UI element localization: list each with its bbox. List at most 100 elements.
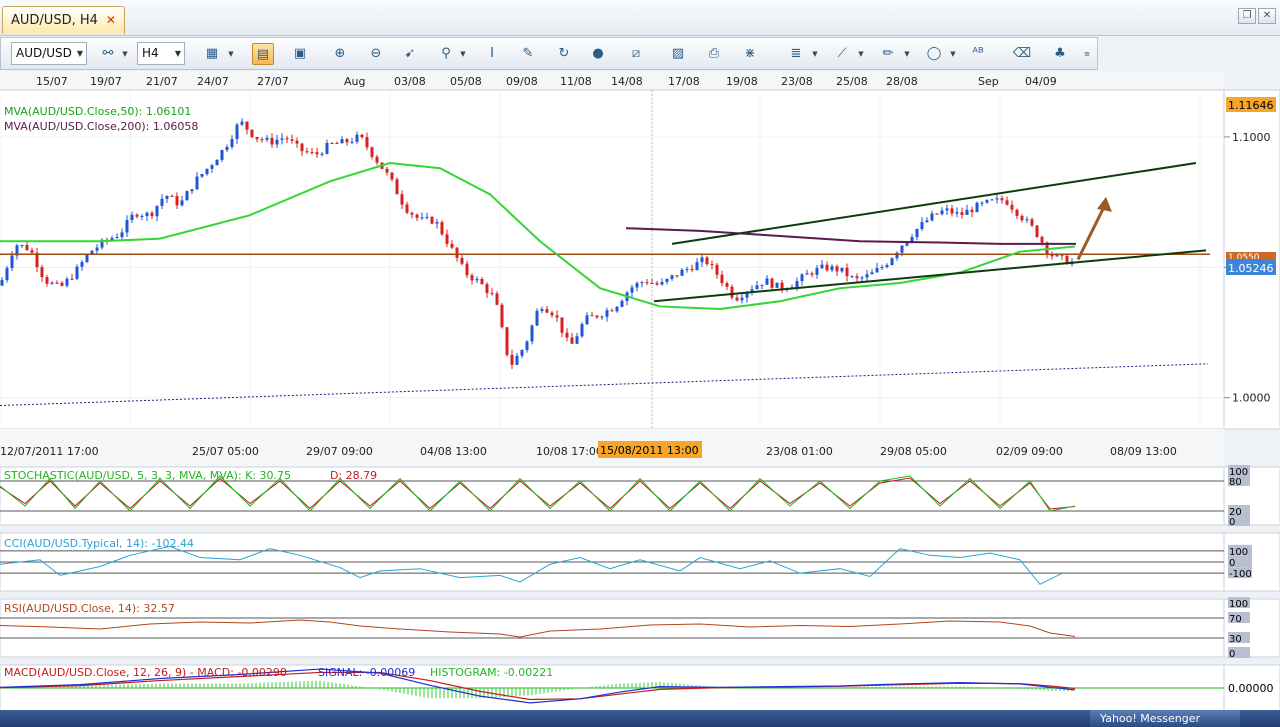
candle-body bbox=[500, 304, 504, 328]
ruler-icon[interactable]: ⧄ bbox=[625, 43, 647, 65]
candle-body bbox=[645, 282, 649, 284]
candle-body bbox=[970, 209, 974, 213]
magnifier-icon[interactable]: ⚲ bbox=[435, 43, 457, 65]
bottom-date-label: 02/09 09:00 bbox=[996, 445, 1063, 458]
candle-body bbox=[460, 257, 464, 264]
bottom-date-label: 12/07/2011 17:00 bbox=[0, 445, 99, 458]
bar-chart-icon[interactable]: ▦ bbox=[201, 43, 223, 65]
channel-icon[interactable]: ≣ bbox=[785, 43, 807, 65]
top-date-label: 28/08 bbox=[886, 75, 918, 88]
candle-body bbox=[710, 264, 714, 266]
candle-body bbox=[665, 278, 669, 282]
zoom-out-icon[interactable]: ⊖ bbox=[365, 43, 387, 65]
indicator-panels: STOCHASTIC(AUD/USD, 5, 3, 3, MVA, MVA): … bbox=[0, 465, 1280, 712]
chevron-down-icon[interactable]: ▼ bbox=[857, 43, 865, 65]
timeframe-select[interactable]: H4 ▼ bbox=[137, 42, 185, 65]
chevron-down-icon[interactable]: ▼ bbox=[949, 43, 957, 65]
eraser-icon[interactable]: ⌫ bbox=[1011, 43, 1033, 65]
compare-icon[interactable]: ⚯ bbox=[97, 43, 119, 65]
chevron-down-icon[interactable]: ▼ bbox=[227, 43, 235, 65]
chevron-down-icon[interactable]: ▼ bbox=[459, 43, 467, 65]
candle-body bbox=[510, 354, 514, 365]
top-date-label: 21/07 bbox=[146, 75, 178, 88]
candle-body bbox=[445, 234, 449, 244]
candle-body bbox=[75, 266, 79, 279]
candle-body bbox=[145, 212, 149, 217]
print-icon[interactable]: ⎙ bbox=[703, 43, 725, 65]
candle-body bbox=[470, 275, 474, 281]
bottom-date-label: 25/07 05:00 bbox=[192, 445, 259, 458]
candle-icon[interactable]: ▤ bbox=[252, 43, 274, 65]
refresh-icon[interactable]: ↻ bbox=[553, 43, 575, 65]
tree-icon[interactable]: ♣ bbox=[1049, 43, 1071, 65]
candle-body bbox=[265, 137, 269, 140]
trend-icon[interactable]: ⟋ bbox=[831, 43, 853, 65]
candle-body bbox=[520, 350, 524, 356]
candle-body bbox=[190, 189, 194, 192]
rsi-scale-label: 100 bbox=[1229, 599, 1248, 610]
candle-body bbox=[355, 134, 359, 142]
window-close-icon[interactable]: ✕ bbox=[1258, 8, 1276, 24]
image-icon[interactable]: ▨ bbox=[667, 43, 689, 65]
zoom-in-icon[interactable]: ⊕ bbox=[329, 43, 351, 65]
draw-icon[interactable]: ✎ bbox=[517, 43, 539, 65]
candle-body bbox=[515, 355, 519, 365]
chevron-down-icon[interactable]: ▼ bbox=[903, 43, 911, 65]
candle-body bbox=[150, 212, 154, 217]
top-date-label: 17/08 bbox=[668, 75, 700, 88]
candle-body bbox=[880, 267, 884, 269]
cursor-icon[interactable]: ➹ bbox=[399, 43, 421, 65]
candle-body bbox=[390, 172, 394, 180]
bottom-date-label: 10/08 17:00 bbox=[536, 445, 603, 458]
candle-body bbox=[200, 174, 204, 177]
candle-body bbox=[320, 153, 324, 155]
candle-body bbox=[440, 222, 444, 235]
candle-body bbox=[255, 137, 259, 140]
candle-body bbox=[860, 277, 864, 279]
tab-aud-usd-h4[interactable]: AUD/USD, H4 ✕ bbox=[2, 6, 125, 34]
restore-icon[interactable]: ❐ bbox=[1238, 8, 1256, 24]
globe-icon[interactable]: ● bbox=[587, 43, 609, 65]
chevron-down-icon[interactable]: ▼ bbox=[811, 43, 819, 65]
ellipse-icon[interactable]: ◯ bbox=[923, 43, 945, 65]
candle-body bbox=[945, 208, 949, 211]
candle-body bbox=[120, 232, 124, 238]
candle-body bbox=[870, 272, 874, 275]
text-icon[interactable]: ᴬᴮ bbox=[967, 43, 989, 65]
candle-body bbox=[525, 341, 529, 351]
candle-body bbox=[925, 220, 929, 223]
candle-body bbox=[775, 282, 779, 288]
symbol-select[interactable]: AUD/USD ▼ bbox=[11, 42, 87, 65]
candle-body bbox=[1030, 219, 1034, 226]
yahoo-messenger-button[interactable]: Yahoo! Messenger bbox=[1090, 710, 1240, 727]
candle-body bbox=[350, 141, 354, 143]
candle-body bbox=[290, 139, 294, 141]
top-date-label: 05/08 bbox=[450, 75, 482, 88]
line-icon[interactable]: ▣ bbox=[289, 43, 311, 65]
candle-body bbox=[425, 216, 429, 218]
toolbar-overflow-icon[interactable]: ≡ bbox=[1083, 43, 1091, 65]
candle-body bbox=[410, 212, 414, 215]
chart-svg[interactable]: 15/07 19/07 21/07 24/07 27/07 Aug 03/08 05/08 09… bbox=[0, 71, 1280, 727]
candle-body bbox=[230, 139, 234, 147]
indicator-icon[interactable]: Ⅰ bbox=[481, 43, 503, 65]
close-icon[interactable]: ✕ bbox=[106, 7, 116, 34]
candle-body bbox=[20, 245, 24, 247]
chevron-down-icon[interactable]: ▼ bbox=[121, 43, 129, 65]
candle-body bbox=[685, 268, 689, 270]
candle-body bbox=[795, 281, 799, 288]
candle-body bbox=[890, 258, 894, 266]
candle-body bbox=[910, 237, 914, 242]
candle-body bbox=[395, 179, 399, 195]
candle-body bbox=[650, 282, 654, 284]
candle-body bbox=[325, 143, 329, 154]
pencil-icon[interactable]: ✏ bbox=[877, 43, 899, 65]
candle-body bbox=[700, 257, 704, 263]
fibonacci-icon[interactable]: ⋇ bbox=[739, 43, 761, 65]
candle-body bbox=[280, 138, 284, 140]
candle-body bbox=[240, 121, 244, 125]
candle-body bbox=[950, 208, 954, 214]
chart-area[interactable]: 15/07 19/07 21/07 24/07 27/07 Aug 03/08 05/08 09… bbox=[0, 71, 1280, 727]
candle-body bbox=[575, 336, 579, 344]
candle-body bbox=[955, 212, 959, 214]
